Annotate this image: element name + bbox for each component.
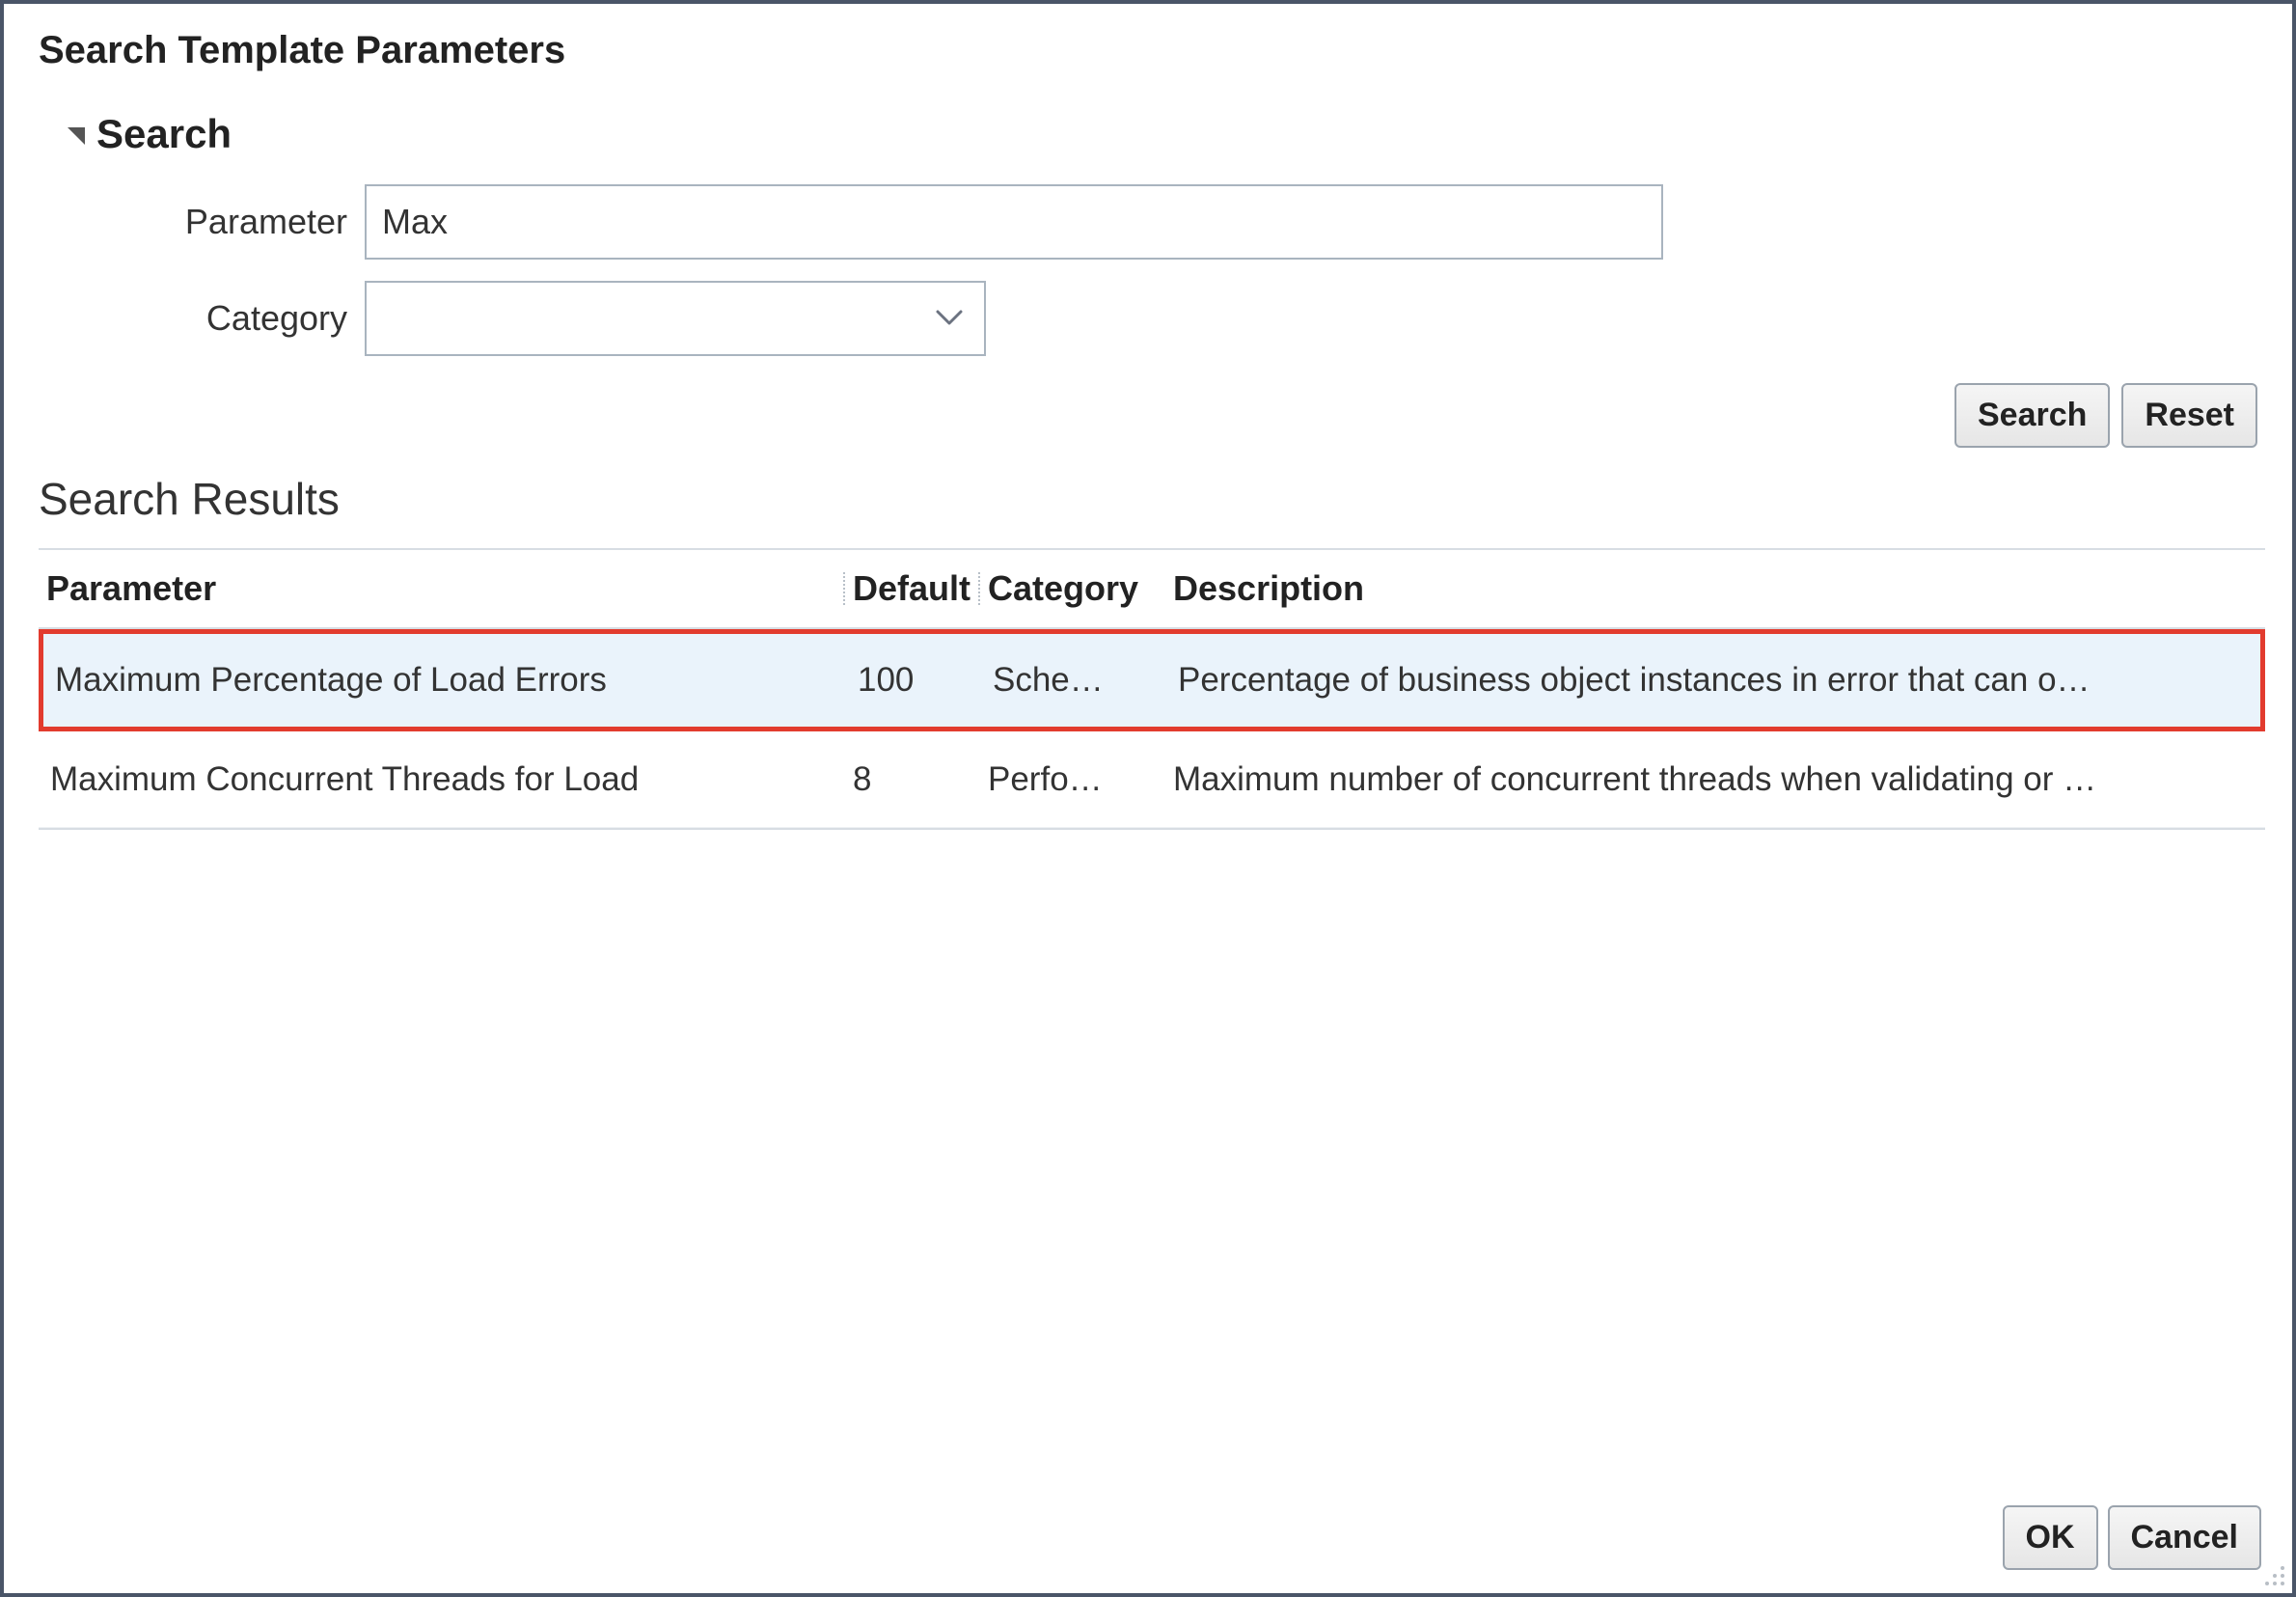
- results-header-row: Parameter Default Category Description: [39, 550, 2265, 629]
- cancel-button[interactable]: Cancel: [2108, 1505, 2262, 1570]
- category-select-box[interactable]: [365, 281, 986, 356]
- cell-category: Perfo…: [978, 760, 1163, 799]
- table-row[interactable]: Maximum Concurrent Threads for Load 8 Pe…: [39, 731, 2265, 828]
- disclosure-triangle-icon[interactable]: [68, 127, 85, 145]
- search-button[interactable]: Search: [1954, 383, 2110, 448]
- table-row[interactable]: Maximum Percentage of Load Errors 100 Sc…: [39, 629, 2265, 731]
- parameter-label: Parameter: [87, 202, 365, 242]
- search-template-parameters-dialog: Search Template Parameters Search Parame…: [0, 0, 2296, 1597]
- col-header-parameter[interactable]: Parameter: [39, 568, 843, 609]
- search-section-header[interactable]: Search: [68, 111, 2265, 157]
- resize-handle-icon[interactable]: [2259, 1560, 2286, 1587]
- cell-default: 8: [843, 760, 978, 799]
- results-table: Parameter Default Category Description M…: [39, 548, 2265, 830]
- category-row: Category: [87, 281, 2265, 356]
- cell-default: 100: [848, 661, 983, 700]
- search-section-title: Search: [96, 111, 232, 157]
- col-header-description[interactable]: Description: [1163, 568, 2265, 609]
- reset-button[interactable]: Reset: [2121, 383, 2257, 448]
- category-label: Category: [87, 298, 365, 339]
- parameter-row: Parameter: [87, 184, 2265, 260]
- cell-description: Maximum number of concurrent threads whe…: [1163, 760, 2265, 799]
- dialog-footer: OK Cancel: [39, 1505, 2265, 1574]
- cell-parameter: Maximum Concurrent Threads for Load: [39, 760, 843, 799]
- cell-category: Sche…: [983, 661, 1168, 700]
- search-button-bar: Search Reset: [39, 383, 2265, 448]
- parameter-input[interactable]: [365, 184, 1663, 260]
- ok-button[interactable]: OK: [2003, 1505, 2098, 1570]
- col-header-default[interactable]: Default: [843, 568, 978, 609]
- search-results-title: Search Results: [39, 473, 2265, 525]
- category-select[interactable]: [365, 281, 986, 356]
- dialog-title: Search Template Parameters: [39, 29, 2265, 72]
- cell-description: Percentage of business object instances …: [1168, 661, 2260, 700]
- search-form: Parameter Category: [87, 184, 2265, 377]
- col-header-category[interactable]: Category: [978, 568, 1163, 609]
- cell-parameter: Maximum Percentage of Load Errors: [43, 661, 848, 700]
